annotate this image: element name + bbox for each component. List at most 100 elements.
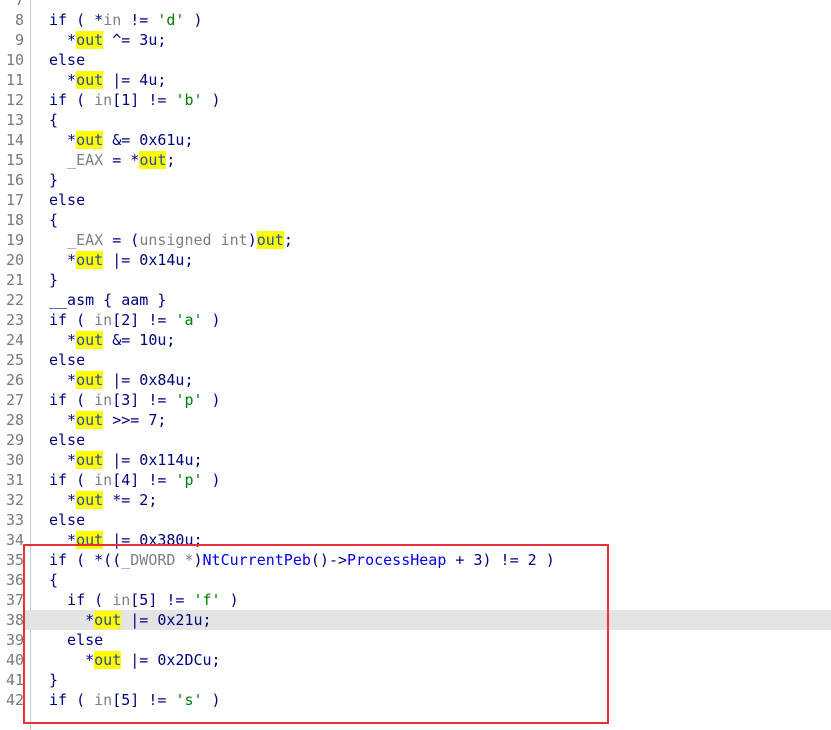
code-line[interactable]: 31 if ( in[4] != 'p' ) bbox=[0, 470, 831, 490]
code-text[interactable]: *out &= 0x61u; bbox=[49, 130, 194, 150]
code-line[interactable]: 21} bbox=[0, 270, 831, 290]
code-text[interactable]: *out |= 0x14u; bbox=[49, 250, 194, 270]
code-line[interactable]: 39 else bbox=[0, 630, 831, 650]
code-line[interactable]: 42 if ( in[5] != 's' ) bbox=[0, 690, 831, 710]
code-text[interactable]: if ( in[1] != 'b' ) bbox=[49, 90, 221, 110]
code-line[interactable]: 33 else bbox=[0, 510, 831, 530]
code-text[interactable]: _EAX = (unsigned int)out; bbox=[49, 230, 293, 250]
code-line[interactable]: 25 else bbox=[0, 350, 831, 370]
code-text[interactable]: *out |= 0x84u; bbox=[49, 370, 194, 390]
code-token: * bbox=[49, 411, 77, 429]
code-line[interactable]: 32 *out *= 2; bbox=[0, 490, 831, 510]
code-text[interactable]: *out >>= 7; bbox=[49, 410, 166, 430]
code-text[interactable]: if ( *in != 'd' ) bbox=[49, 10, 203, 30]
code-line[interactable]: 12 if ( in[1] != 'b' ) bbox=[0, 90, 831, 110]
code-line[interactable]: 20 *out |= 0x14u; bbox=[0, 250, 831, 270]
code-line[interactable]: 35 if ( *((_DWORD *)NtCurrentPeb()->Proce… bbox=[0, 550, 831, 570]
highlighted-identifier[interactable]: out bbox=[76, 131, 104, 149]
code-text[interactable]: *out |= 0x114u; bbox=[49, 450, 203, 470]
code-text[interactable]: if ( *((_DWORD *)NtCurrentPeb()->Process… bbox=[49, 550, 555, 570]
code-text[interactable]: *out *= 2; bbox=[49, 490, 157, 510]
highlighted-identifier[interactable]: out bbox=[76, 531, 104, 549]
code-token: [1] != bbox=[112, 91, 176, 109]
code-line[interactable]: 10 else bbox=[0, 50, 831, 70]
code-text[interactable]: else bbox=[49, 430, 85, 450]
highlighted-identifier[interactable]: out bbox=[76, 411, 104, 429]
highlighted-identifier[interactable]: out bbox=[76, 451, 104, 469]
code-line[interactable]: 17 else bbox=[0, 190, 831, 210]
code-token: ) bbox=[184, 11, 203, 29]
code-line[interactable]: 19 _EAX = (unsigned int)out; bbox=[0, 230, 831, 250]
highlighted-identifier[interactable]: out bbox=[76, 31, 104, 49]
code-text[interactable]: else bbox=[49, 350, 85, 370]
code-text[interactable]: if ( in[5] != 's' ) bbox=[49, 690, 221, 710]
code-text[interactable]: if ( in[3] != 'p' ) bbox=[49, 390, 221, 410]
code-text[interactable]: { bbox=[49, 210, 58, 230]
code-line[interactable]: 37 if ( in[5] != 'f' ) bbox=[0, 590, 831, 610]
line-number: 29 bbox=[5, 431, 24, 449]
string-literal: 'd' bbox=[157, 11, 185, 29]
code-text[interactable]: if ( in[2] != 'a' ) bbox=[49, 310, 221, 330]
highlighted-identifier[interactable]: out bbox=[76, 331, 104, 349]
code-text[interactable]: } bbox=[49, 670, 58, 690]
code-line[interactable]: 28 *out >>= 7; bbox=[0, 410, 831, 430]
code-text[interactable]: *out |= 0x21u; bbox=[49, 610, 212, 630]
code-text[interactable]: else bbox=[49, 510, 85, 530]
line-number: 13 bbox=[5, 111, 24, 129]
code-line-current[interactable]: 38 *out |= 0x21u; bbox=[0, 610, 831, 630]
code-line[interactable]: 16} bbox=[0, 170, 831, 190]
code-line[interactable]: 30 *out |= 0x114u; bbox=[0, 450, 831, 470]
code-token: ) bbox=[247, 231, 257, 249]
code-text[interactable]: *out |= 0x380u; bbox=[49, 530, 203, 550]
code-line[interactable]: 11 *out |= 4u; bbox=[0, 70, 831, 90]
code-text[interactable]: else bbox=[49, 50, 85, 70]
code-line[interactable]: 22 __asm { aam } bbox=[0, 290, 831, 310]
code-text[interactable]: else bbox=[49, 630, 103, 650]
code-line[interactable]: 26 *out |= 0x84u; bbox=[0, 370, 831, 390]
code-text[interactable]: *out |= 0x2DCu; bbox=[49, 650, 221, 670]
code-text[interactable]: *out |= 4u; bbox=[49, 70, 166, 90]
highlighted-identifier[interactable]: out bbox=[139, 151, 167, 169]
code-line[interactable]: 13 { bbox=[0, 110, 831, 130]
pseudocode-editor[interactable]: 7 8 if ( *in != 'd' ) 9 *out ^= 3u; 10 else 11… bbox=[0, 0, 831, 730]
code-line[interactable]: 9 *out ^= 3u; bbox=[0, 30, 831, 50]
highlighted-identifier[interactable]: out bbox=[94, 651, 122, 669]
code-line[interactable]: 14 *out &= 0x61u; bbox=[0, 130, 831, 150]
code-line[interactable]: 41} bbox=[0, 670, 831, 690]
code-text[interactable]: __asm { aam } bbox=[49, 290, 166, 310]
code-line[interactable]: 7 bbox=[0, 0, 831, 10]
line-number: 16 bbox=[5, 171, 24, 189]
code-text[interactable]: _EAX = *out; bbox=[49, 150, 175, 170]
code-text[interactable]: { bbox=[49, 570, 58, 590]
highlighted-identifier[interactable]: out bbox=[76, 491, 104, 509]
code-line[interactable]: 15 _EAX = *out; bbox=[0, 150, 831, 170]
type-or-register: unsigned int bbox=[139, 231, 248, 249]
code-token: [5] != bbox=[112, 691, 176, 709]
highlighted-identifier[interactable]: out bbox=[94, 611, 122, 629]
code-text[interactable]: else bbox=[49, 190, 85, 210]
code-line[interactable]: 40 *out |= 0x2DCu; bbox=[0, 650, 831, 670]
code-text[interactable]: } bbox=[49, 170, 58, 190]
code-line[interactable]: 27 if ( in[3] != 'p' ) bbox=[0, 390, 831, 410]
highlighted-identifier[interactable]: out bbox=[256, 231, 284, 249]
code-line[interactable]: 29 else bbox=[0, 430, 831, 450]
highlighted-identifier[interactable]: out bbox=[76, 71, 104, 89]
code-token: if ( bbox=[49, 691, 95, 709]
code-line[interactable]: 23 if ( in[2] != 'a' ) bbox=[0, 310, 831, 330]
code-line[interactable]: 36 { bbox=[0, 570, 831, 590]
code-text[interactable]: } bbox=[49, 270, 58, 290]
code-text[interactable]: if ( in[5] != 'f' ) bbox=[49, 590, 239, 610]
highlighted-identifier[interactable]: out bbox=[76, 371, 104, 389]
line-number: 25 bbox=[5, 351, 24, 369]
code-line[interactable]: 8 if ( *in != 'd' ) bbox=[0, 10, 831, 30]
code-text[interactable]: *out ^= 3u; bbox=[49, 30, 166, 50]
code-token: + 3) != 2 ) bbox=[446, 551, 555, 569]
code-text[interactable]: *out &= 10u; bbox=[49, 330, 175, 350]
code-token: |= 0x21u; bbox=[121, 611, 212, 629]
code-line[interactable]: 18 { bbox=[0, 210, 831, 230]
code-text[interactable]: { bbox=[49, 110, 58, 130]
code-line[interactable]: 34 *out |= 0x380u; bbox=[0, 530, 831, 550]
code-text[interactable]: if ( in[4] != 'p' ) bbox=[49, 470, 221, 490]
highlighted-identifier[interactable]: out bbox=[76, 251, 104, 269]
code-line[interactable]: 24 *out &= 10u; bbox=[0, 330, 831, 350]
